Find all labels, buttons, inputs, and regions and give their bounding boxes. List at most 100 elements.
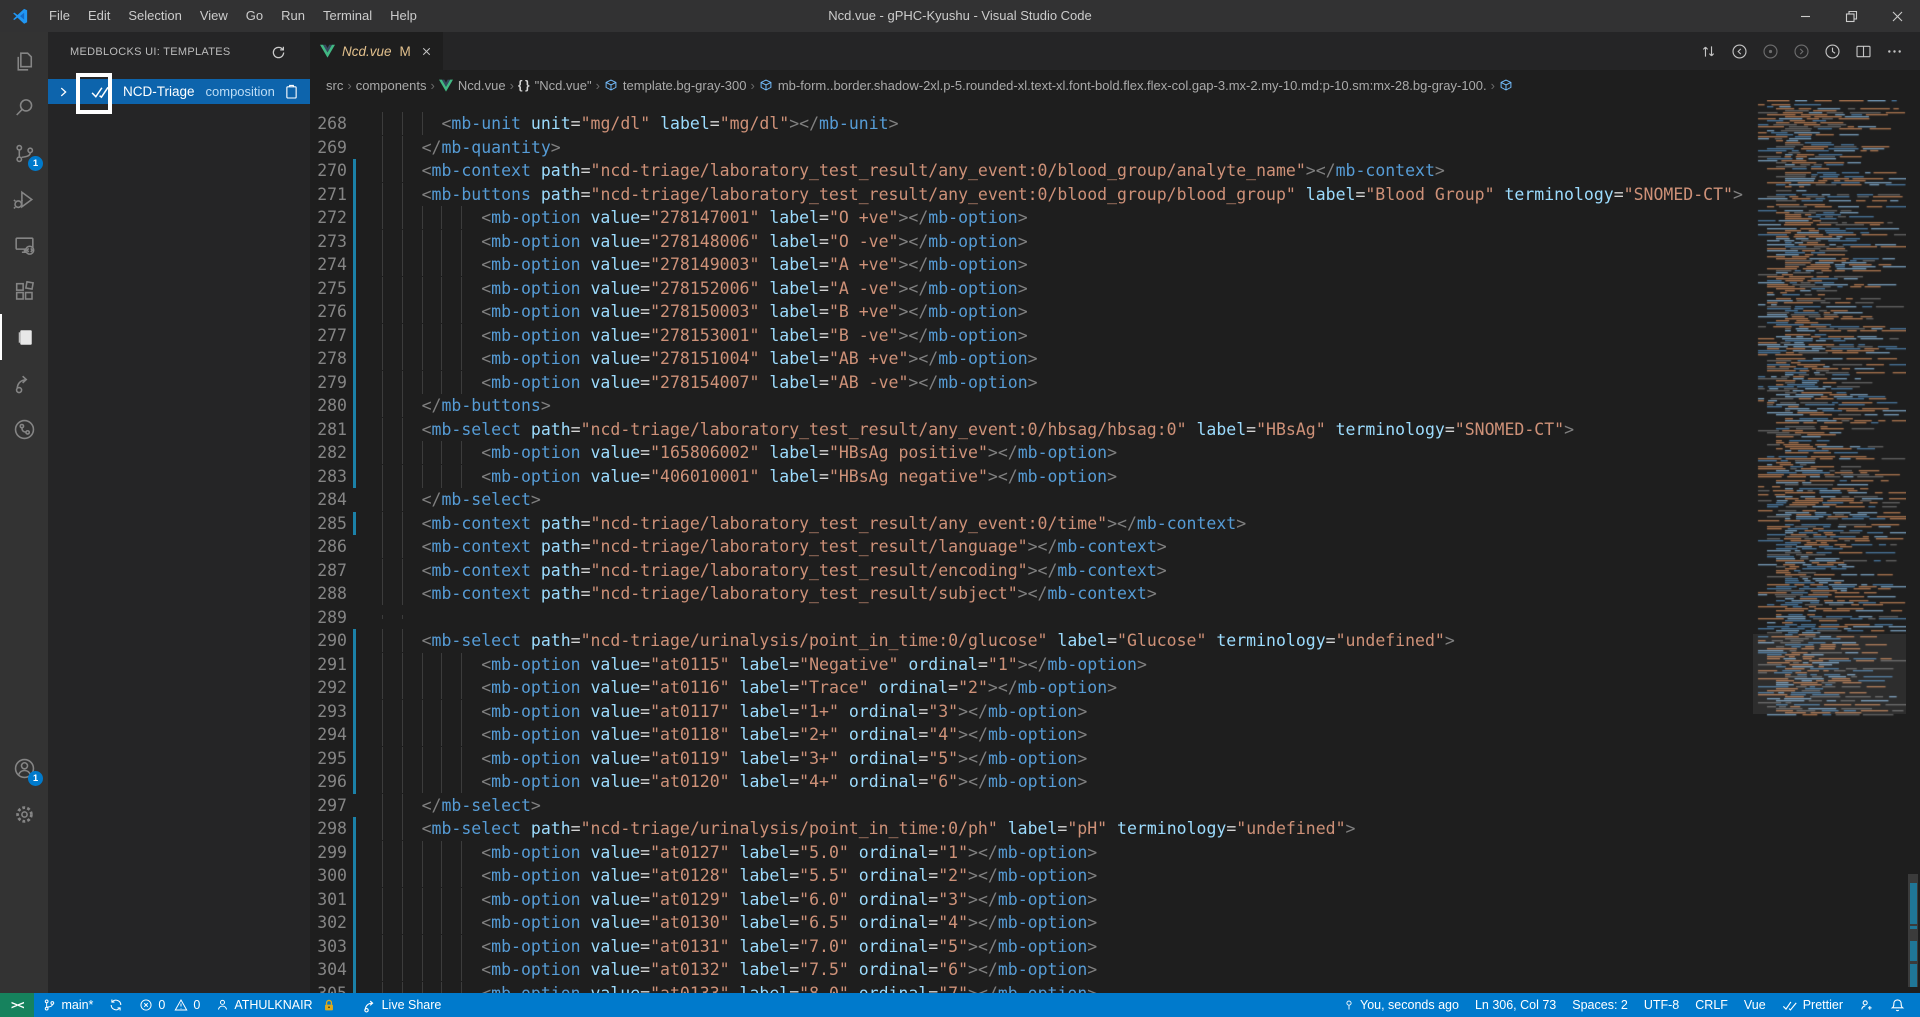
activity-settings-icon[interactable] (0, 791, 48, 837)
tree-item-ncd-triage[interactable]: NCD-Triage composition (48, 79, 310, 104)
code-line-row[interactable]: 301 <mb-option value="at0129" label="6.0… (310, 888, 1753, 912)
nav-dot-icon[interactable] (1759, 40, 1782, 63)
user-status[interactable]: ATHULKNAIR (209, 993, 342, 1017)
breadcrumb-item[interactable]: template.bg-gray-300 (604, 78, 747, 93)
tab-ncd-vue[interactable]: Ncd.vue M (310, 32, 443, 70)
code-line-row[interactable]: 279 <mb-option value="278154007" label="… (310, 371, 1753, 395)
blame-status[interactable]: You, seconds ago (1336, 993, 1466, 1017)
problems-status[interactable]: 0 0 (132, 993, 207, 1017)
activity-run-debug-icon[interactable] (0, 176, 48, 222)
menu-go[interactable]: Go (237, 0, 272, 32)
close-button[interactable] (1874, 0, 1920, 32)
code-line-row[interactable]: 304 <mb-option value="at0132" label="7.5… (310, 958, 1753, 982)
language-mode[interactable]: Vue (1737, 993, 1773, 1017)
remote-indicator[interactable]: >< (0, 993, 34, 1017)
code-line-row[interactable]: 300 <mb-option value="at0128" label="5.5… (310, 864, 1753, 888)
code-line-row[interactable]: 280 </mb-buttons> (310, 394, 1753, 418)
menu-selection[interactable]: Selection (119, 0, 190, 32)
cursor-position[interactable]: Ln 306, Col 73 (1468, 993, 1563, 1017)
code-line-row[interactable]: 270 <mb-context path="ncd-triage/laborat… (310, 159, 1753, 183)
activity-extensions-icon[interactable] (0, 268, 48, 314)
code-line-row[interactable]: 274 <mb-option value="278149003" label="… (310, 253, 1753, 277)
chevron-right-icon[interactable] (56, 85, 70, 99)
live-share-status[interactable]: Live Share (355, 993, 449, 1017)
activity-search-icon[interactable] (0, 84, 48, 130)
code-line-row[interactable]: 289 (310, 606, 1753, 630)
feedback-icon[interactable] (1852, 993, 1881, 1017)
activity-medblocks-templates-icon[interactable] (0, 314, 48, 360)
code-line-row[interactable]: 277 <mb-option value="278153001" label="… (310, 324, 1753, 348)
encoding-status[interactable]: UTF-8 (1637, 993, 1686, 1017)
code-line-row[interactable]: 287 <mb-context path="ncd-triage/laborat… (310, 559, 1753, 583)
activity-gitlens-icon[interactable] (0, 406, 48, 452)
code-line-row[interactable]: 283 <mb-option value="406010001" label="… (310, 465, 1753, 489)
code-line-row[interactable]: 296 <mb-option value="at0120" label="4+"… (310, 770, 1753, 794)
activity-remote-explorer-icon[interactable] (0, 222, 48, 268)
refresh-icon[interactable] (268, 42, 288, 62)
code-line-row[interactable]: 281 <mb-select path="ncd-triage/laborato… (310, 418, 1753, 442)
minimap-slider[interactable] (1753, 634, 1906, 714)
code-line-row[interactable]: 298 <mb-select path="ncd-triage/urinalys… (310, 817, 1753, 841)
code-line-row[interactable]: 295 <mb-option value="at0119" label="3+"… (310, 747, 1753, 771)
code-line-row[interactable]: 276 <mb-option value="278150003" label="… (310, 300, 1753, 324)
menu-view[interactable]: View (191, 0, 237, 32)
open-changes-icon[interactable] (1697, 40, 1720, 63)
code-line-row[interactable]: 286 <mb-context path="ncd-triage/laborat… (310, 535, 1753, 559)
clipboard-icon[interactable] (285, 84, 298, 99)
more-actions-icon[interactable] (1883, 40, 1906, 63)
breadcrumb-item[interactable]: mb-form..border.shadow-2xl.p-5.rounded-x… (759, 78, 1487, 93)
code-line-row[interactable]: 271 <mb-buttons path="ncd-triage/laborat… (310, 183, 1753, 207)
code-line-row[interactable]: 290 <mb-select path="ncd-triage/urinalys… (310, 629, 1753, 653)
code-line-row[interactable]: 302 <mb-option value="at0130" label="6.5… (310, 911, 1753, 935)
code-line-row[interactable]: 305 <mb-option value="at0133" label="8.0… (310, 982, 1753, 994)
notifications-bell-icon[interactable] (1883, 993, 1912, 1017)
code-line-row[interactable]: 273 <mb-option value="278148006" label="… (310, 230, 1753, 254)
code-line-row[interactable]: 278 <mb-option value="278151004" label="… (310, 347, 1753, 371)
sync-status[interactable] (102, 993, 130, 1017)
code-line-row[interactable]: 299 <mb-option value="at0127" label="5.0… (310, 841, 1753, 865)
minimap[interactable] (1753, 100, 1906, 993)
menu-edit[interactable]: Edit (79, 0, 119, 32)
timeline-icon[interactable] (1821, 40, 1844, 63)
indentation-status[interactable]: Spaces: 2 (1565, 993, 1635, 1017)
restore-button[interactable] (1828, 0, 1874, 32)
menu-terminal[interactable]: Terminal (314, 0, 381, 32)
code-editor[interactable]: 268 <mb-unit unit="mg/dl" label="mg/dl">… (310, 100, 1920, 993)
minimize-button[interactable] (1782, 0, 1828, 32)
breadcrumb-item[interactable]: { }"Ncd.vue" (518, 78, 592, 93)
activity-source-control-icon[interactable]: 1 (0, 130, 48, 176)
code-line-row[interactable]: 268 <mb-unit unit="mg/dl" label="mg/dl">… (310, 112, 1753, 136)
activity-live-share-icon[interactable] (0, 360, 48, 406)
branch-status[interactable]: main* (36, 993, 100, 1017)
menu-help[interactable]: Help (381, 0, 426, 32)
code-line-row[interactable]: 293 <mb-option value="at0117" label="1+"… (310, 700, 1753, 724)
breadcrumb-item[interactable] (1499, 78, 1518, 92)
code-line-row[interactable]: 284 </mb-select> (310, 488, 1753, 512)
split-editor-icon[interactable] (1852, 40, 1875, 63)
code-line-row[interactable]: 275 <mb-option value="278152006" label="… (310, 277, 1753, 301)
nav-forward-icon[interactable] (1790, 40, 1813, 63)
menu-file[interactable]: File (40, 0, 79, 32)
breadcrumb-item[interactable]: components (356, 78, 427, 93)
code-line-row[interactable]: 297 </mb-select> (310, 794, 1753, 818)
tab-close-icon[interactable] (420, 45, 433, 58)
nav-back-icon[interactable] (1728, 40, 1751, 63)
code-line-row[interactable]: 285 <mb-context path="ncd-triage/laborat… (310, 512, 1753, 536)
code-line-row[interactable]: 292 <mb-option value="at0116" label="Tra… (310, 676, 1753, 700)
vertical-scrollbar[interactable] (1906, 100, 1920, 993)
formatter-status[interactable]: Prettier (1775, 993, 1850, 1017)
code-line-row[interactable]: 288 <mb-context path="ncd-triage/laborat… (310, 582, 1753, 606)
activity-accounts-icon[interactable]: 1 (0, 745, 48, 791)
menu-run[interactable]: Run (272, 0, 314, 32)
code-line-row[interactable]: 303 <mb-option value="at0131" label="7.0… (310, 935, 1753, 959)
code-line-row[interactable]: 282 <mb-option value="165806002" label="… (310, 441, 1753, 465)
code-line-row[interactable]: 269 </mb-quantity> (310, 136, 1753, 160)
breadcrumb-item[interactable]: Ncd.vue (439, 78, 506, 93)
eol-status[interactable]: CRLF (1688, 993, 1735, 1017)
breadcrumb-item[interactable]: src (326, 78, 343, 93)
double-check-icon[interactable] (90, 84, 111, 99)
activity-explorer-icon[interactable] (0, 38, 48, 84)
code-line-row[interactable]: 291 <mb-option value="at0115" label="Neg… (310, 653, 1753, 677)
code-line-row[interactable]: 272 <mb-option value="278147001" label="… (310, 206, 1753, 230)
code-line-row[interactable]: 294 <mb-option value="at0118" label="2+"… (310, 723, 1753, 747)
